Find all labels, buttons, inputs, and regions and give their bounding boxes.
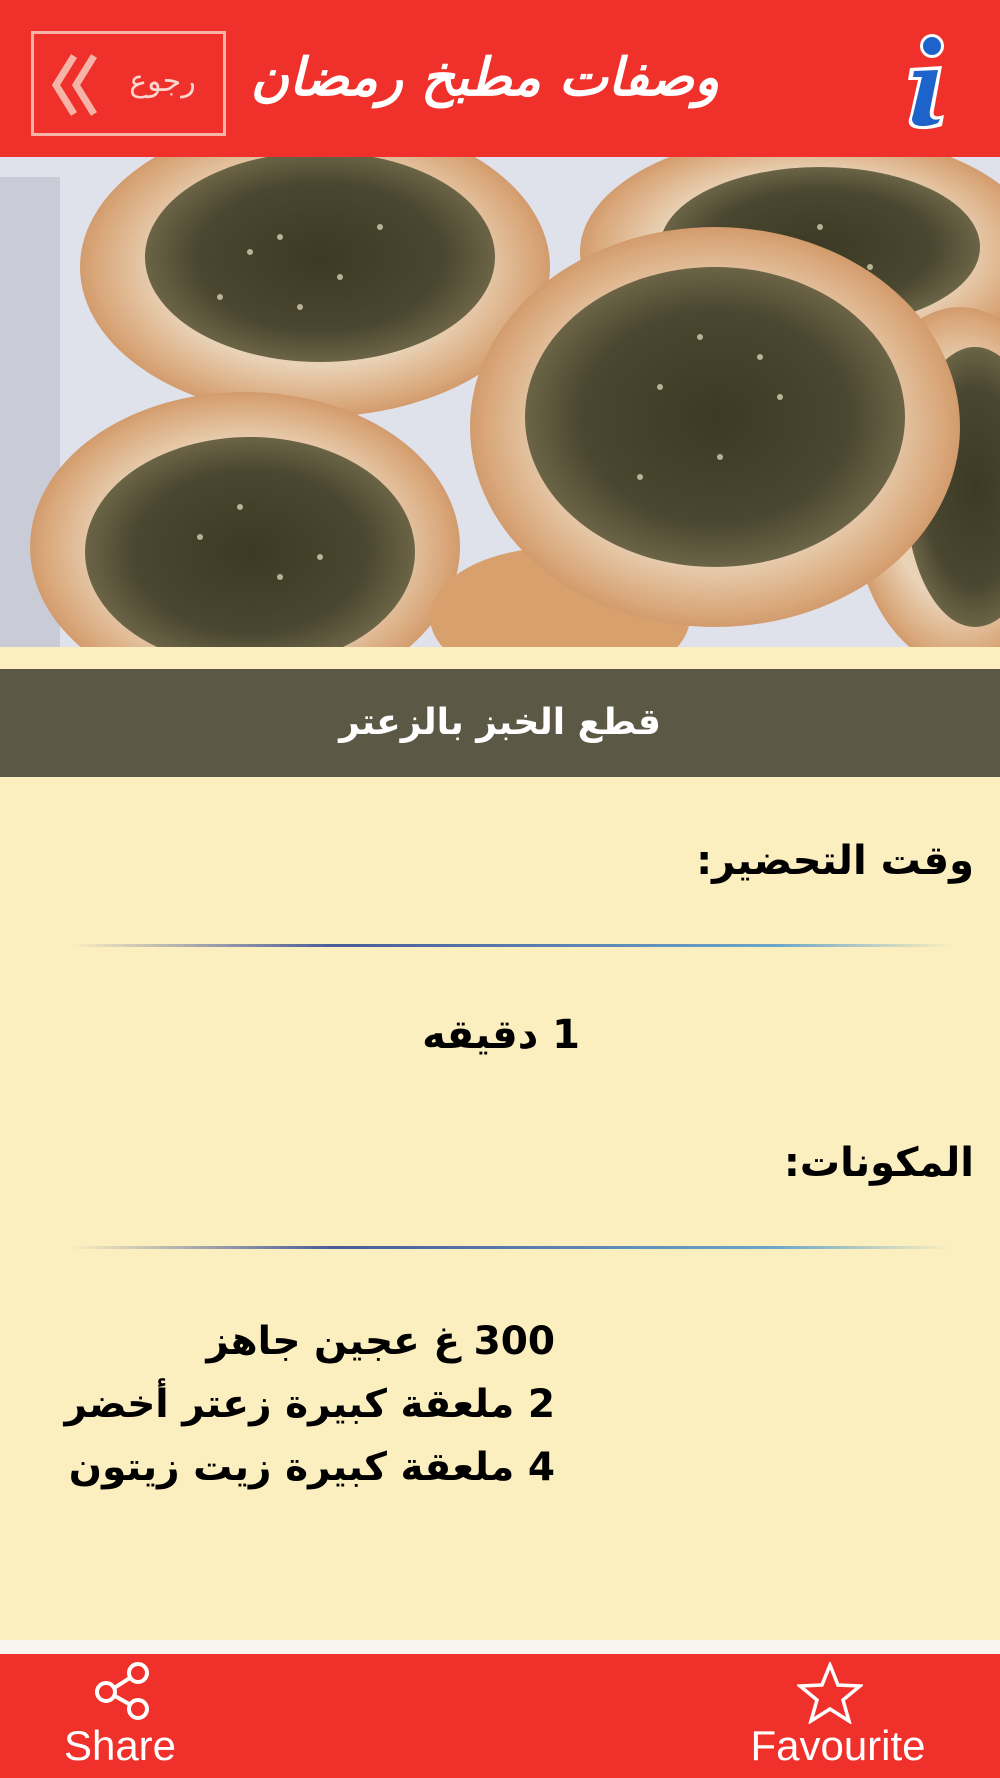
ingredient-item: 2 ملعقة كبيرة زعتر أخضر (64, 1382, 556, 1427)
share-label: Share (63, 1722, 177, 1769)
star-icon (797, 1662, 863, 1724)
recipe-title: قطع الخبز بالزعتر (339, 702, 661, 743)
bottom-bar-divider (0, 1640, 1000, 1654)
share-button[interactable]: Share (40, 1654, 200, 1778)
favourite-label: Favourite (750, 1722, 926, 1769)
back-button[interactable]: رجوع (31, 31, 226, 136)
divider (70, 1246, 950, 1249)
ingredients-list: 300 غ عجين جاهز 2 ملعقة كبيرة زعتر أخضر … (40, 1310, 556, 1499)
prep-time-value: 1 دقيقه (422, 1012, 580, 1058)
recipe-title-band: قطع الخبز بالزعتر (0, 669, 1000, 777)
prep-time-heading: وقت التحضير: (696, 838, 974, 884)
ingredients-heading: المكونات: (783, 1140, 974, 1186)
app-header: رجوع وصفات مطبخ رمضان (0, 0, 1000, 157)
bottom-toolbar: Share Favourite (0, 1654, 1000, 1778)
back-button-label: رجوع (129, 64, 196, 99)
info-icon[interactable] (896, 32, 958, 132)
ingredient-item: 300 غ عجين جاهز (206, 1319, 555, 1364)
favourite-button[interactable]: Favourite (728, 1654, 948, 1778)
ingredient-item: 4 ملعقة كبيرة زيت زيتون (68, 1445, 555, 1490)
recipe-photo (0, 157, 1000, 647)
double-chevron-left-icon (51, 54, 97, 116)
app-title: وصفات مطبخ رمضان (250, 48, 720, 108)
share-icon (95, 1662, 149, 1720)
divider (70, 944, 950, 947)
